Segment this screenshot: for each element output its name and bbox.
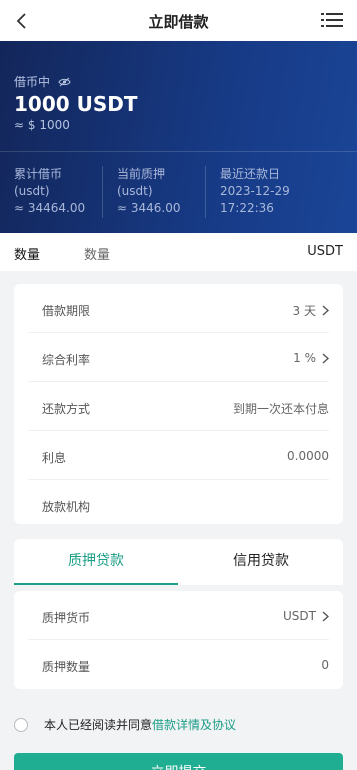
row-value-text: USDT: [283, 609, 316, 623]
top-bar: 立即借款: [0, 0, 357, 41]
loan-amount: 1000 USDT: [14, 92, 138, 116]
row-label: 借款期限: [42, 304, 91, 318]
banner-divider: [0, 151, 357, 152]
pledge-card: 质押货币 USDT 质押数量 0: [14, 591, 343, 689]
stat-unit: (usdt): [117, 184, 153, 198]
quantity-input[interactable]: 数量: [84, 244, 110, 263]
interest-row: 利息 0.0000: [28, 431, 329, 480]
stat-separator: [205, 166, 206, 218]
chevron-right-icon: [322, 610, 329, 622]
row-value: 0: [321, 658, 329, 672]
row-value: 3 天: [293, 302, 329, 319]
loan-status-label: 借币中: [14, 75, 51, 89]
row-label: 质押数量: [42, 660, 91, 674]
stat-value: ≈ 34464.00: [14, 201, 86, 215]
tab-pledge-loan[interactable]: 质押贷款: [14, 539, 178, 585]
row-label: 利息: [42, 451, 67, 465]
row-label: 质押货币: [42, 611, 91, 625]
stat-separator: [102, 166, 103, 218]
stat-label: 累计借币: [14, 167, 63, 181]
quantity-unit: USDT: [307, 244, 343, 259]
agreement-checkbox[interactable]: [14, 717, 28, 732]
row-value: 到期一次还本付息: [233, 400, 329, 417]
loan-amount-usd: ≈ $ 1000: [14, 118, 70, 132]
stat-unit: (usdt): [14, 184, 50, 198]
pledge-currency-row[interactable]: 质押货币 USDT: [28, 591, 329, 640]
chevron-right-icon: [322, 352, 329, 364]
stat-current-pledge: 当前质押 (usdt) ≈ 3446.00: [117, 166, 181, 217]
row-value-text: 0.0000: [287, 449, 329, 463]
eye-hidden-icon[interactable]: [58, 77, 71, 87]
stat-label: 最近还款日: [220, 167, 281, 181]
row-value: USDT: [283, 609, 329, 623]
list-menu-icon[interactable]: [321, 11, 343, 29]
row-label: 综合利率: [42, 353, 91, 367]
row-label: 放款机构: [42, 500, 91, 514]
quantity-label: 数量: [14, 248, 41, 263]
loan-term-row[interactable]: 借款期限 3 天: [28, 284, 329, 333]
chevron-right-icon: [322, 305, 329, 316]
row-value-text: 0: [321, 658, 329, 672]
quantity-row: 数量 数量 USDT: [0, 233, 357, 271]
lender-row: 放款机构: [28, 480, 329, 524]
stat-label: 当前质押: [117, 167, 166, 181]
row-value: 1 %: [293, 351, 329, 365]
row-value-text: 1 %: [293, 351, 316, 365]
agreement-row: 本人已经阅读并同意 借款详情及协议: [14, 716, 236, 733]
agreement-link[interactable]: 借款详情及协议: [152, 716, 236, 733]
agreement-text: 本人已经阅读并同意: [44, 718, 153, 732]
loan-details-card: 借款期限 3 天 综合利率 1 % 还款方式 到期一次还本付息 利息 0.000…: [14, 284, 343, 524]
loan-type-tabs: 质押贷款 信用贷款: [14, 539, 343, 585]
stat-value: ≈ 3446.00: [117, 201, 181, 215]
stat-total-borrowed: 累计借币 (usdt) ≈ 34464.00: [14, 166, 85, 217]
row-value-text: 到期一次还本付息: [232, 402, 329, 416]
loan-summary-banner: 借币中 1000 USDT ≈ $ 1000 累计借币 (usdt) ≈ 344…: [0, 41, 357, 233]
tab-credit-loan[interactable]: 信用贷款: [179, 539, 343, 585]
submit-button[interactable]: 立即提交: [14, 753, 343, 770]
stat-next-repayment: 最近还款日 2023-12-29 17:22:36: [220, 166, 290, 217]
repayment-method-row: 还款方式 到期一次还本付息: [28, 382, 329, 431]
stat-date: 2023-12-29: [220, 184, 290, 198]
row-value-text: 3 天: [292, 304, 316, 318]
interest-rate-row[interactable]: 综合利率 1 %: [28, 333, 329, 382]
row-label: 还款方式: [42, 402, 91, 416]
page-title: 立即借款: [148, 13, 209, 31]
pledge-amount-row[interactable]: 质押数量 0: [28, 640, 329, 689]
loan-status: 借币中: [14, 73, 71, 90]
stat-time: 17:22:36: [220, 201, 274, 215]
row-value: 0.0000: [287, 449, 329, 463]
